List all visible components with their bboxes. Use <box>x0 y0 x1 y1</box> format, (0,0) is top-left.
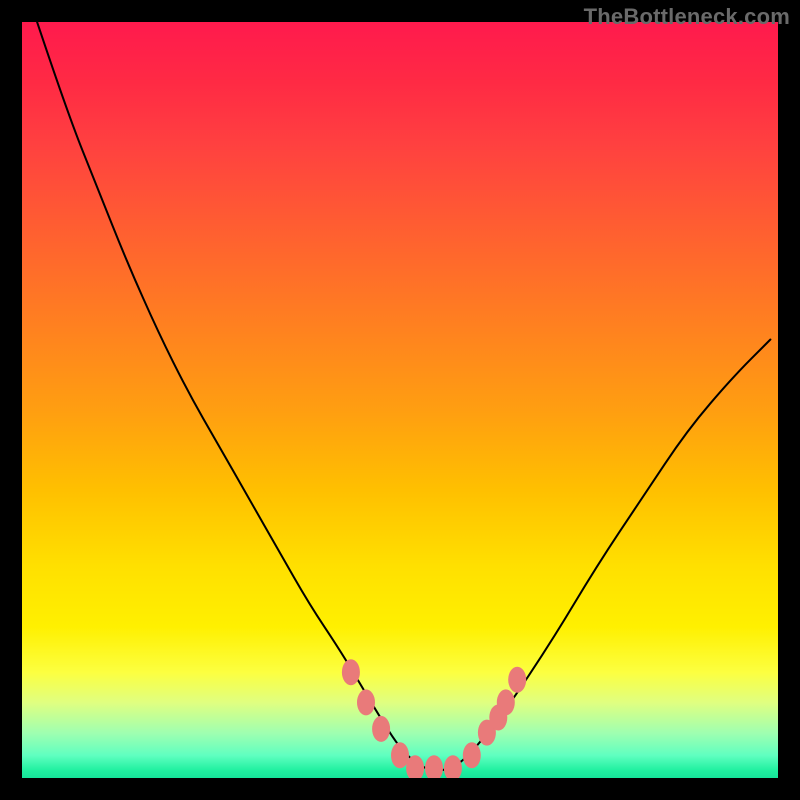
marker-dot <box>425 755 443 778</box>
marker-dot <box>372 716 390 742</box>
marker-dot <box>391 742 409 768</box>
curve-line <box>37 22 770 770</box>
marker-dot <box>444 755 462 778</box>
highlight-dots <box>342 659 526 778</box>
watermark-text: TheBottleneck.com <box>584 4 790 30</box>
marker-dot <box>463 742 481 768</box>
marker-dot <box>357 689 375 715</box>
chart-frame: TheBottleneck.com <box>0 0 800 800</box>
plot-area <box>22 22 778 778</box>
marker-dot <box>508 667 526 693</box>
marker-dot <box>342 659 360 685</box>
chart-svg <box>22 22 778 778</box>
marker-dot <box>497 689 515 715</box>
marker-dot <box>406 755 424 778</box>
